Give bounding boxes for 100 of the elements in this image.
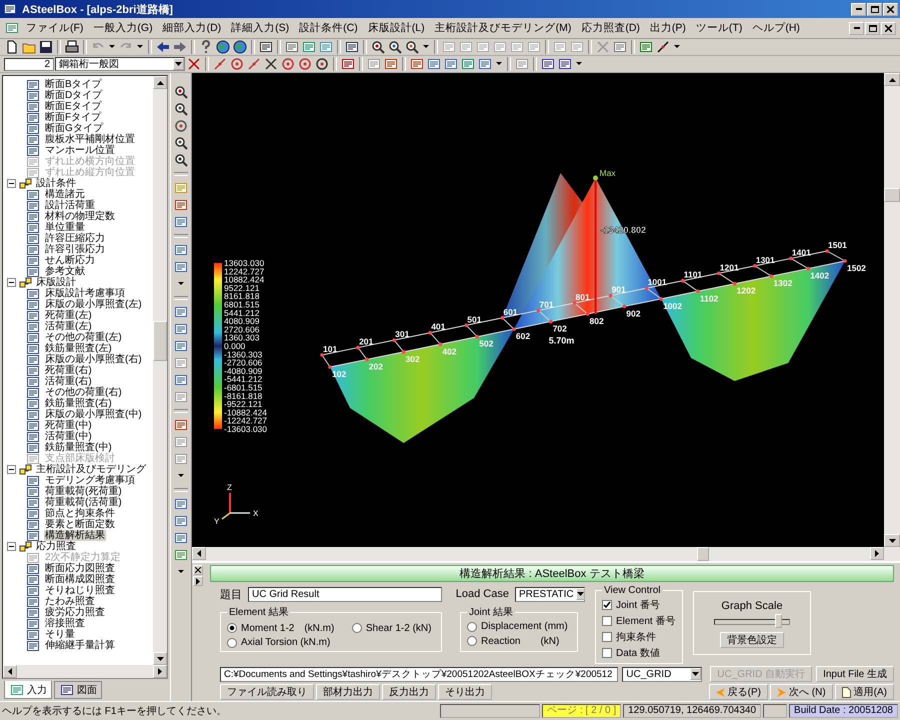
tree-item[interactable]: そりねじり照査: [44, 585, 116, 596]
scroll-right-button[interactable]: [870, 547, 884, 560]
zoom-icon[interactable]: [371, 40, 385, 54]
tree-item[interactable]: 鉄筋量照査(左): [44, 343, 113, 354]
scroll-up-button[interactable]: [884, 73, 900, 86]
tree-item[interactable]: マンホール位置: [44, 145, 116, 156]
tree-item[interactable]: 床版の最小厚照査(左): [44, 299, 143, 310]
panel-icon[interactable]: [174, 373, 188, 387]
tree-item[interactable]: 許容圧縮応力: [44, 233, 106, 244]
tree-item[interactable]: 断面Fタイプ: [44, 112, 102, 123]
collapse-toggle[interactable]: [7, 542, 16, 551]
subject-field[interactable]: UC Grid Result: [248, 586, 442, 602]
tree-item[interactable]: 断面Bタイプ: [44, 79, 103, 90]
tree-item[interactable]: 鉄筋量照査(中): [44, 442, 113, 453]
tree-item[interactable]: 荷重載荷(死荷重): [44, 486, 123, 497]
collapse-toggle[interactable]: [7, 465, 16, 474]
cross-icon[interactable]: [264, 57, 278, 71]
panel-icon[interactable]: [174, 390, 188, 404]
slider-thumb[interactable]: [774, 614, 782, 628]
help-icon[interactable]: [199, 40, 213, 54]
radio-button[interactable]: [227, 638, 237, 648]
tree-item[interactable]: 死荷重(左): [44, 310, 93, 321]
list-icon[interactable]: [174, 243, 188, 257]
panel-tab[interactable]: 入力: [4, 681, 52, 699]
page-icon[interactable]: [384, 57, 398, 71]
scrollbar-thumb[interactable]: [884, 188, 900, 202]
checkbox[interactable]: [602, 600, 612, 610]
tree-item[interactable]: 死荷重(右): [44, 365, 93, 376]
output-button[interactable]: ファイル読み取り: [220, 684, 314, 700]
tree-item[interactable]: 構造解析結果: [44, 530, 106, 541]
tree-item[interactable]: 床版設計考慮事項: [44, 288, 126, 299]
tree-item[interactable]: 腹板水平補剛材位置: [44, 134, 136, 145]
tree-item[interactable]: 鉄筋量照査(右): [44, 398, 113, 409]
generate-file-button[interactable]: Input File 生成: [816, 666, 894, 682]
globe-search-icon[interactable]: [233, 40, 247, 54]
radio-button[interactable]: [352, 623, 362, 633]
tree-item[interactable]: たわみ照査: [44, 596, 96, 607]
tree-item[interactable]: 死荷重(中): [44, 420, 93, 431]
restore-button[interactable]: [865, 22, 880, 34]
scroll-right-button[interactable]: [153, 665, 167, 678]
output-button[interactable]: そり出力: [438, 684, 492, 700]
tree-item[interactable]: その他の荷重(左): [44, 332, 123, 343]
tree-item[interactable]: 構造諸元: [44, 189, 86, 200]
zoom-in-icon[interactable]: [174, 85, 188, 99]
tree-item[interactable]: 伸縮継手量計算: [44, 640, 116, 651]
panel-icon[interactable]: [174, 339, 188, 353]
scroll-left-button[interactable]: [192, 547, 206, 560]
scrollbar-thumb[interactable]: [153, 320, 167, 360]
globe-icon[interactable]: [216, 40, 230, 54]
panel-icon[interactable]: [174, 531, 188, 545]
collapse-toggle[interactable]: [7, 278, 16, 287]
maximize-button[interactable]: [867, 2, 882, 16]
circle-icon[interactable]: [315, 57, 329, 71]
scroll-left-button[interactable]: [3, 665, 17, 678]
panel-icon[interactable]: [174, 497, 188, 511]
menu-item[interactable]: 主桁設計及びモデリング(M): [430, 20, 576, 36]
panel-icon[interactable]: [174, 435, 188, 449]
tree-group[interactable]: 主桁設計及びモデリング: [35, 464, 147, 475]
menu-item[interactable]: ツール(T): [692, 20, 746, 36]
tree-item[interactable]: その他の荷重(右): [44, 387, 123, 398]
panel-icon[interactable]: [174, 305, 188, 319]
tree-item[interactable]: 断面Eタイプ: [44, 101, 103, 112]
minimize-button[interactable]: [851, 2, 866, 16]
scroll-down-button[interactable]: [153, 652, 167, 665]
panel-icon[interactable]: [174, 418, 188, 432]
panel-icon[interactable]: [461, 57, 475, 71]
tree-item[interactable]: 許容引張応力: [44, 244, 106, 255]
tree-item[interactable]: 床版の最小厚照査(右): [44, 354, 143, 365]
tree-item[interactable]: 断面構成図照査: [44, 574, 116, 585]
menu-item[interactable]: 応力照査(D): [577, 20, 644, 36]
zoom-out-icon[interactable]: [174, 102, 188, 116]
tree-item[interactable]: そり量: [44, 629, 76, 640]
next-button[interactable]: 次へ (N): [770, 684, 833, 700]
panel-tab[interactable]: 図面: [54, 681, 102, 699]
file-path-field[interactable]: C:¥Documents and Settings¥tashiro¥デスクトップ¥20051202AsteelBOXチェック¥200512: [220, 666, 618, 682]
checkbox[interactable]: [602, 616, 612, 626]
close-button[interactable]: [193, 565, 203, 575]
view-dropdown[interactable]: 鋼箱桁一般図: [55, 57, 185, 71]
panel-icon[interactable]: [174, 548, 188, 562]
menu-item[interactable]: ファイル(F): [22, 20, 88, 36]
close-button[interactable]: [883, 2, 898, 16]
panel-icon[interactable]: [478, 57, 492, 71]
menu-item[interactable]: 床版設計(L): [364, 20, 429, 36]
tree-item[interactable]: 材料の物理定数: [44, 211, 116, 222]
tree-item[interactable]: 節点と拘束条件: [44, 508, 116, 519]
zoom-icon[interactable]: [174, 136, 188, 150]
tree-item[interactable]: 活荷重(中): [44, 431, 93, 442]
document-icon[interactable]: [259, 40, 273, 54]
menu-item[interactable]: ヘルプ(H): [748, 20, 804, 36]
tree-item[interactable]: せん断応力: [44, 255, 96, 266]
radio-button[interactable]: [227, 623, 237, 633]
list-icon[interactable]: [341, 57, 355, 71]
back-button[interactable]: 戻る(P): [708, 684, 768, 700]
scrollbar-thumb[interactable]: [697, 547, 709, 561]
back-arrow-icon[interactable]: [156, 40, 170, 54]
new-file-icon[interactable]: [5, 40, 19, 54]
file-type-dropdown[interactable]: UC_GRID: [622, 666, 702, 682]
tree-item[interactable]: 単位重量: [44, 222, 86, 233]
list-icon[interactable]: [174, 260, 188, 274]
checkbox[interactable]: [602, 632, 612, 642]
